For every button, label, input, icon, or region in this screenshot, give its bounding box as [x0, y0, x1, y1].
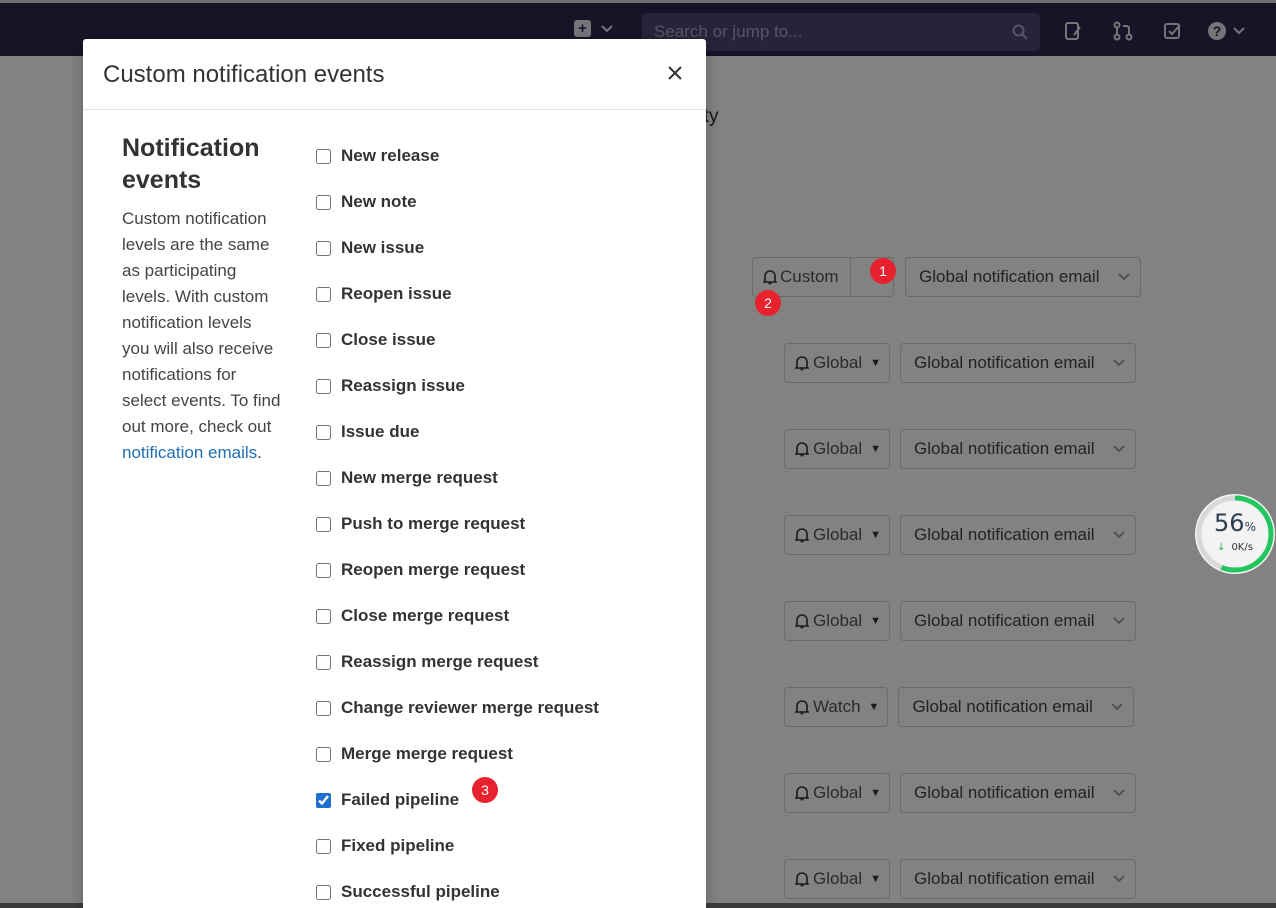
event-checkbox[interactable] [316, 424, 331, 440]
event-label[interactable]: Change reviewer merge request [341, 698, 599, 718]
event-label[interactable]: Failed pipeline [341, 790, 459, 810]
event-checkbox[interactable] [316, 470, 331, 486]
event-item: Reassign issue [316, 363, 696, 409]
event-label[interactable]: New merge request [341, 468, 498, 488]
event-item: New release [316, 133, 696, 179]
event-item: Push to merge request [316, 501, 696, 547]
percent-unit: % [1244, 520, 1256, 534]
event-checkbox[interactable] [316, 332, 331, 348]
event-item: Reopen issue [316, 271, 696, 317]
description-text: Custom notification levels are the same … [122, 209, 281, 436]
event-item: Change reviewer merge request [316, 685, 696, 731]
event-label[interactable]: Successful pipeline [341, 882, 500, 902]
description-suffix: . [257, 443, 262, 462]
event-item: Successful pipeline [316, 869, 696, 908]
notification-emails-link[interactable]: notification emails [122, 443, 257, 462]
event-checkbox[interactable] [316, 884, 331, 900]
event-checkbox[interactable] [316, 194, 331, 210]
step-marker-2: 2 [755, 290, 781, 316]
modal-header: Custom notification events [83, 39, 706, 110]
event-item: Close issue [316, 317, 696, 363]
event-item: Reassign merge request [316, 639, 696, 685]
event-label[interactable]: New note [341, 192, 417, 212]
event-item: Issue due [316, 409, 696, 455]
custom-notification-modal: Custom notification events Notification … [83, 39, 706, 908]
event-label[interactable]: Fixed pipeline [341, 836, 454, 856]
network-speed-widget[interactable]: 56% ↓ 0K/s [1195, 494, 1275, 574]
event-checkbox[interactable] [316, 240, 331, 256]
event-label[interactable]: Close issue [341, 330, 436, 350]
event-checkbox[interactable] [316, 792, 331, 808]
event-label[interactable]: Issue due [341, 422, 419, 442]
close-button[interactable] [663, 61, 687, 85]
notification-events-description: Custom notification levels are the same … [122, 206, 282, 466]
download-arrow-icon: ↓ [1217, 542, 1226, 553]
event-label[interactable]: New issue [341, 238, 424, 258]
event-checkbox[interactable] [316, 838, 331, 854]
event-item: Reopen merge request [316, 547, 696, 593]
close-icon [668, 66, 682, 80]
event-item: New issue [316, 225, 696, 271]
event-checkbox-list: New release New note New issue Reopen issue… [316, 133, 696, 908]
event-label[interactable]: Reopen merge request [341, 560, 525, 580]
percent-value: 56 [1214, 509, 1245, 537]
event-label[interactable]: Reassign issue [341, 376, 465, 396]
event-checkbox[interactable] [316, 746, 331, 762]
event-checkbox[interactable] [316, 148, 331, 164]
event-item: New merge request [316, 455, 696, 501]
event-label[interactable]: Push to merge request [341, 514, 525, 534]
event-item: New note [316, 179, 696, 225]
event-label[interactable]: Merge merge request [341, 744, 513, 764]
event-label[interactable]: Reassign merge request [341, 652, 538, 672]
event-label[interactable]: Close merge request [341, 606, 509, 626]
speed-rate: ↓ 0K/s [1195, 542, 1275, 553]
event-checkbox[interactable] [316, 654, 331, 670]
event-item: Close merge request [316, 593, 696, 639]
step-marker-1: 1 [870, 258, 896, 284]
event-checkbox[interactable] [316, 378, 331, 394]
modal-title: Custom notification events [103, 61, 385, 88]
speed-percent: 56% [1195, 509, 1275, 537]
event-checkbox[interactable] [316, 700, 331, 716]
event-label[interactable]: New release [341, 146, 439, 166]
step-marker-3: 3 [472, 777, 498, 803]
notification-events-title: Notification events [122, 134, 260, 194]
event-checkbox[interactable] [316, 562, 331, 578]
event-item: Fixed pipeline [316, 823, 696, 869]
event-label[interactable]: Reopen issue [341, 284, 452, 304]
event-checkbox[interactable] [316, 286, 331, 302]
event-item: Merge merge request [316, 731, 696, 777]
event-checkbox[interactable] [316, 516, 331, 532]
event-checkbox[interactable] [316, 608, 331, 624]
rate-value: 0K/s [1231, 542, 1253, 553]
event-item: Failed pipeline [316, 777, 696, 823]
